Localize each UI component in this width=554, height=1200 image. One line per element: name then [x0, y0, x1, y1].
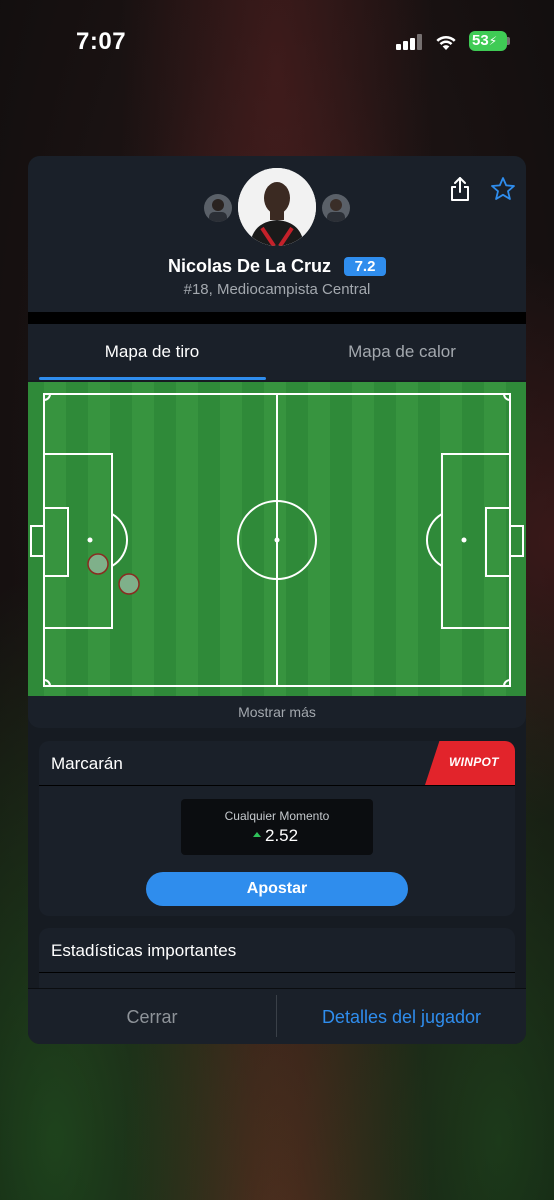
battery-cap [507, 37, 510, 45]
odds-up-arrow-icon [253, 832, 261, 837]
player-header: Nicolas De La Cruz 7.2 #18, Mediocampist… [28, 156, 526, 312]
status-time: 7:07 [76, 28, 127, 55]
header-divider [28, 312, 526, 324]
bet-button[interactable]: Apostar [146, 872, 408, 906]
odds-label: Cualquier Momento [224, 809, 330, 823]
key-stats-title: Estadísticas importantes [51, 941, 237, 960]
player-position: #18, Mediocampista Central [183, 281, 371, 298]
sponsor-name: WINPOT [449, 755, 499, 769]
player-details-button[interactable]: Detalles del jugador [277, 989, 526, 1044]
map-tabs: Mapa de tiro Mapa de calor [28, 324, 526, 380]
scorer-market-card: Marcarán WINPOT Cualquier Momento 2.52 A… [39, 741, 515, 916]
next-player-avatar[interactable] [322, 194, 350, 222]
market-divider [39, 785, 515, 786]
previous-player-avatar[interactable] [204, 194, 232, 222]
sheet-footer: Cerrar Detalles del jugador [28, 988, 526, 1044]
key-stats-divider [39, 972, 515, 973]
center-spot [274, 537, 280, 543]
player-sheet: Nicolas De La Cruz 7.2 #18, Mediocampist… [28, 156, 526, 1044]
winpot-logo[interactable]: WINPOT [425, 741, 515, 785]
favorite-star-icon[interactable] [490, 176, 516, 202]
wifi-icon [436, 35, 456, 50]
odds-value: 2.52 [265, 826, 299, 845]
market-title: Marcarán [51, 754, 123, 773]
right-penalty-spot [461, 537, 467, 543]
shot-map-pitch [28, 382, 526, 696]
pitch-drawing [28, 382, 526, 696]
player-avatar [238, 168, 316, 246]
cellular-signal-icon [396, 34, 424, 50]
shot-marker[interactable] [118, 573, 140, 595]
close-button[interactable]: Cerrar [28, 989, 276, 1044]
share-icon[interactable] [448, 176, 472, 202]
shot-marker[interactable] [87, 553, 109, 575]
battery-level: 53 [472, 32, 489, 49]
battery-indicator: 53⚡ [469, 31, 507, 51]
player-rating-badge: 7.2 [344, 257, 386, 276]
charging-icon: ⚡ [488, 34, 498, 48]
active-tab-indicator [39, 377, 266, 380]
key-stats-card: Estadísticas importantes [39, 928, 515, 988]
odds-option[interactable]: Cualquier Momento 2.52 [181, 799, 373, 855]
show-more-button[interactable]: Mostrar más [28, 696, 526, 728]
left-penalty-spot [87, 537, 93, 543]
tab-heat-map[interactable]: Mapa de calor [288, 342, 516, 362]
player-name: Nicolas De La Cruz [168, 256, 332, 276]
status-bar: 7:07 53⚡ [0, 0, 554, 80]
tab-shot-map[interactable]: Mapa de tiro [38, 342, 266, 362]
